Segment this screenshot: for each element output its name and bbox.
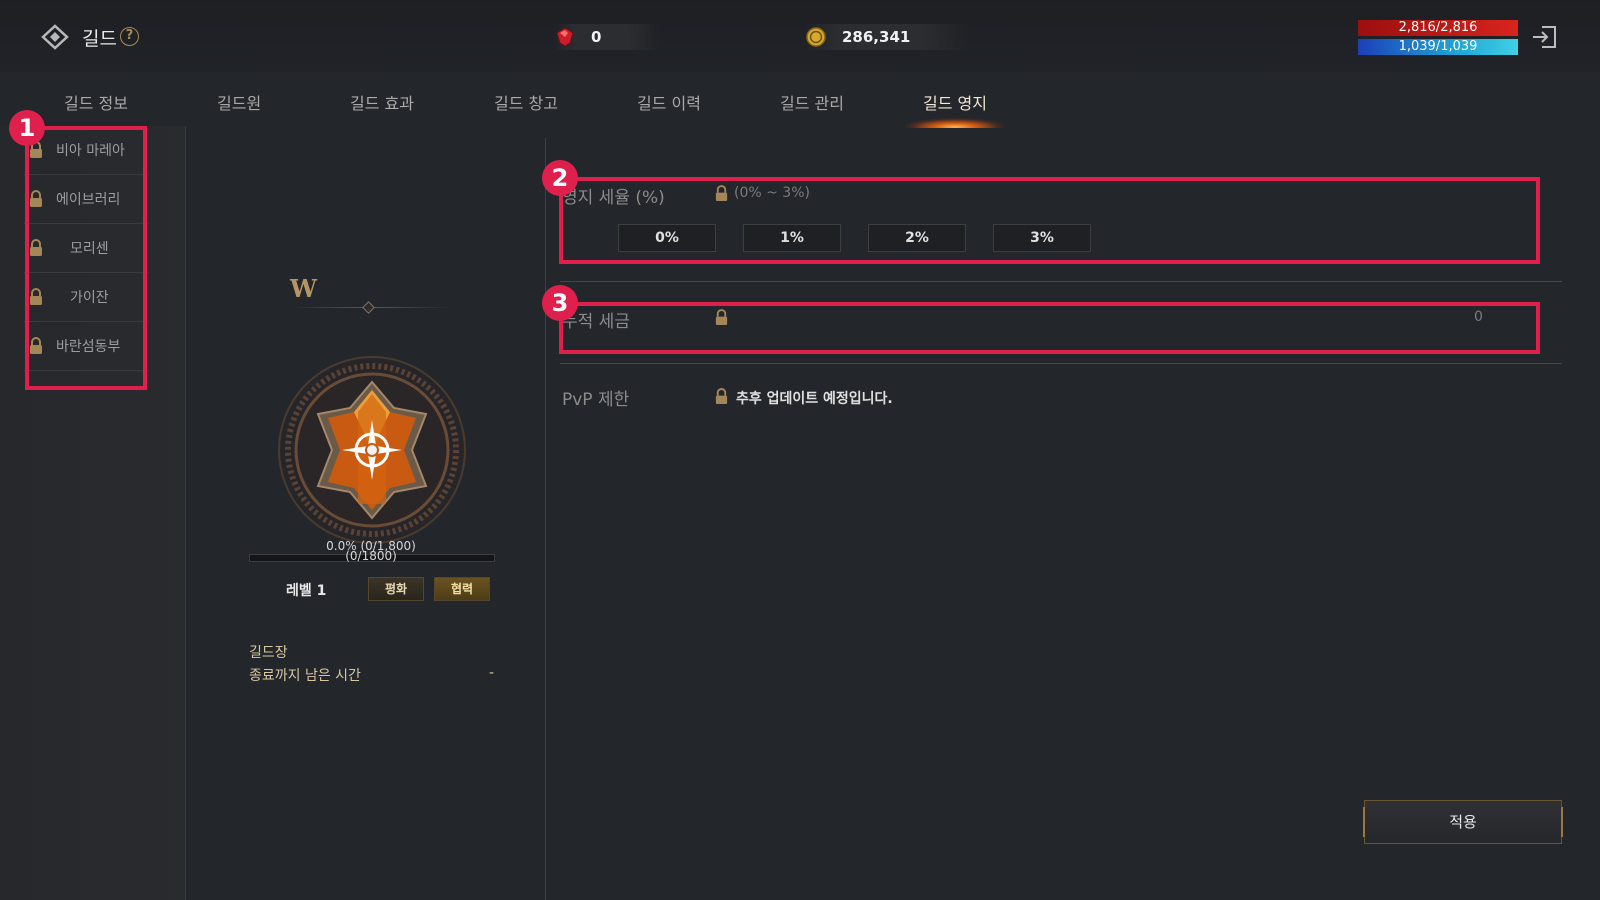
hp-mp-bars: 2,816/2,816 1,039/1,039 [1358,20,1518,58]
pvp-update-note: 추후 업데이트 예정입니다. [736,391,893,407]
page-title: 길드 [82,28,117,50]
exp-raw-text: (0/1800) [345,549,397,563]
section-divider [560,363,1562,364]
tab-guild-effect[interactable]: 길드 효과 [350,90,414,114]
tab-members[interactable]: 길드원 [217,90,261,114]
annotation-badge-2: 2 [542,160,578,196]
red-gem-icon [556,27,574,47]
section-divider [560,281,1562,282]
peace-button[interactable]: 평화 [368,577,424,601]
gold-count: 286,341 [842,28,911,46]
highlight-box-1 [25,126,147,390]
tab-guild-info[interactable]: 길드 정보 [64,90,128,114]
hp-value: 2,816/2,816 [1398,20,1478,35]
gem-currency: 0 [553,22,662,52]
tab-guild-territory[interactable]: 길드 영지 [923,90,987,114]
back-arrow-icon[interactable] [40,22,70,52]
exit-icon[interactable] [1530,22,1560,52]
pvp-limit-label: PvP 제한 [562,390,630,410]
gold-currency: 286,341 [804,22,971,52]
remaining-time-value: - [489,665,495,681]
highlight-box-2 [559,177,1540,264]
remaining-time-label: 종료까지 남은 시간 [249,668,361,684]
guild-crest-icon: W [290,274,317,303]
gem-count: 0 [591,28,602,46]
tab-guild-storage[interactable]: 길드 창고 [494,90,558,114]
guild-leader-label: 길드장 [249,645,288,661]
gold-coin-icon [806,27,826,47]
hp-bar: 2,816/2,816 [1358,20,1518,36]
mp-value: 1,039/1,039 [1398,39,1478,54]
tab-guild-history[interactable]: 길드 이력 [637,90,701,114]
highlight-box-3 [559,302,1540,354]
guild-level: 레벨 1 [286,583,327,599]
mp-bar: 1,039/1,039 [1358,39,1518,55]
guild-emblem-panel: W 0.0% (0/1,800) (0/1800) 레벨 1 평화 협력 길드장… [186,126,546,900]
annotation-badge-3: 3 [542,285,578,321]
ornament-diamond [362,301,375,314]
top-bar: 길드 ? 0 286,341 2,816/2,816 1,039/1,039 [0,0,1600,72]
guild-emblem [278,356,466,544]
help-icon[interactable]: ? [120,27,139,46]
cooperation-button[interactable]: 협력 [434,577,490,601]
tab-bar: 길드 정보 길드원 길드 효과 길드 창고 길드 이력 길드 관리 길드 영지 [0,82,1600,128]
tab-guild-manage[interactable]: 길드 관리 [780,90,844,114]
lock-icon [715,388,728,404]
apply-button[interactable]: 적용 [1363,800,1563,844]
annotation-badge-1: 1 [9,110,45,146]
